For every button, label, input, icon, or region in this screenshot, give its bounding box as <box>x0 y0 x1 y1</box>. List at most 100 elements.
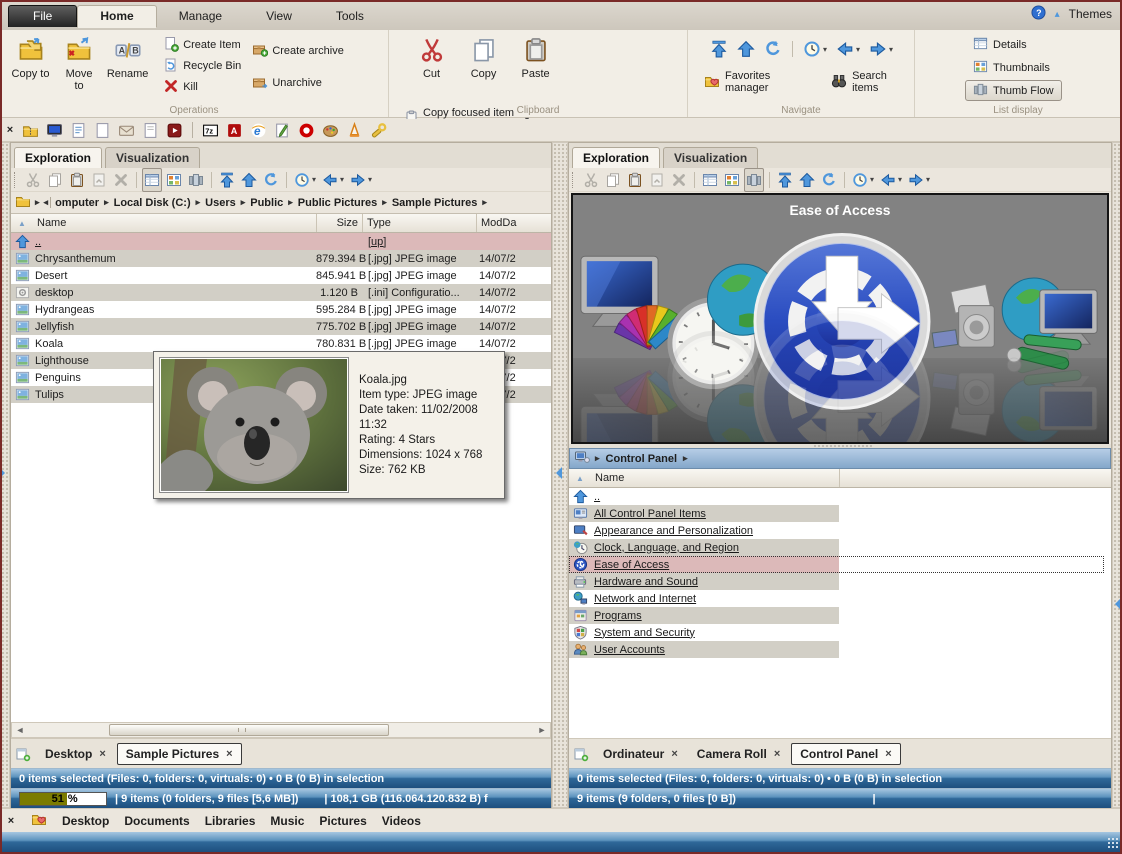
go-up-button[interactable] <box>239 168 259 192</box>
close-tab-icon[interactable]: × <box>885 748 891 760</box>
refresh-button[interactable] <box>819 168 839 192</box>
move-to-button[interactable]: Move to <box>58 33 100 105</box>
left-edge-splitter[interactable] <box>0 142 10 808</box>
cut-button[interactable] <box>23 168 43 192</box>
ribbon-collapse-icon[interactable]: ▴ <box>1055 9 1060 20</box>
create-item-button[interactable]: Create Item <box>163 36 241 54</box>
editor-app-icon[interactable] <box>274 122 291 139</box>
thumbnails-view-button[interactable]: Thumbnails <box>965 57 1058 78</box>
delete-button[interactable] <box>669 168 689 192</box>
control-panel-row-system-and-security[interactable]: System and Security <box>569 624 1111 641</box>
folder-tab-control-panel[interactable]: Control Panel× <box>791 743 900 765</box>
help-icon[interactable]: ? <box>1031 5 1046 23</box>
breadcrumb-item-public-pictures[interactable]: Public Pictures <box>297 197 378 209</box>
pane-tab-exploration[interactable]: Exploration <box>572 147 660 168</box>
back-button[interactable]: ▾ <box>320 168 346 192</box>
control-panel-row-user-accounts[interactable]: User Accounts <box>569 641 1111 658</box>
column-header-modified[interactable]: ModDa <box>476 214 551 232</box>
right-edge-splitter[interactable] <box>1112 142 1122 808</box>
close-tab-icon[interactable]: × <box>671 748 677 760</box>
file-row-koala[interactable]: Koala780.831 B[.jpg] JPEG image14/07/2 <box>11 335 551 352</box>
favorite-link-music[interactable]: Music <box>270 814 304 828</box>
thumb-flow-view[interactable]: Ease of Access <box>571 193 1109 444</box>
control-panel-row-programs[interactable]: Programs <box>569 607 1111 624</box>
forward-button[interactable]: ▾ <box>348 168 374 192</box>
file-row-desert[interactable]: Desert845.941 B[.jpg] JPEG image14/07/2 <box>11 267 551 284</box>
favorite-link-pictures[interactable]: Pictures <box>319 814 366 828</box>
close-toolbar-icon[interactable]: × <box>6 816 16 826</box>
file-row-chrysanthemum[interactable]: Chrysanthemum879.394 B[.jpg] JPEG image1… <box>11 250 551 267</box>
themes-menu[interactable]: Themes <box>1069 7 1112 21</box>
file-row-desktop[interactable]: desktop1.120 B[.ini] Configuratio...14/0… <box>11 284 551 301</box>
control-panel-row-item[interactable]: .. <box>569 488 1111 505</box>
dropdown-caret-icon[interactable]: ▾ <box>312 175 316 184</box>
paste-button[interactable]: Paste <box>511 33 560 105</box>
column-header-empty[interactable] <box>839 469 1111 487</box>
text-file-app-icon[interactable] <box>94 122 111 139</box>
rename-button[interactable]: AB Rename <box>103 33 152 105</box>
view-flow-button[interactable] <box>186 168 206 192</box>
view-thumbnails-button[interactable] <box>164 168 184 192</box>
acrobat-app-icon[interactable]: A <box>226 122 243 139</box>
unarchive-button[interactable]: Unarchive <box>252 74 344 92</box>
pane-splitter[interactable] <box>552 142 568 808</box>
favorite-link-videos[interactable]: Videos <box>382 814 421 828</box>
dropdown-caret-icon[interactable]: ▾ <box>926 175 930 184</box>
back-button[interactable]: ▾ <box>878 168 904 192</box>
favorite-link-libraries[interactable]: Libraries <box>205 814 256 828</box>
dropdown-caret-icon[interactable]: ▾ <box>340 175 344 184</box>
column-header-type[interactable]: Type <box>362 214 476 232</box>
breadcrumb-item-sample-pictures[interactable]: Sample Pictures <box>391 197 479 209</box>
scroll-left-icon[interactable]: ◄ <box>12 725 28 735</box>
copy-to-button[interactable]: Copy to <box>6 33 55 105</box>
ribbon-tab-tools[interactable]: Tools <box>314 6 386 27</box>
media-player-app-icon[interactable] <box>166 122 183 139</box>
archiver-app-icon[interactable] <box>22 122 39 139</box>
search-items-button[interactable]: Search items <box>831 70 912 94</box>
display-app-icon[interactable] <box>46 122 63 139</box>
paste-button[interactable] <box>625 168 645 192</box>
favorite-link-desktop[interactable]: Desktop <box>62 814 109 828</box>
new-tab-button[interactable] <box>15 746 31 762</box>
cut-button[interactable] <box>581 168 601 192</box>
pane-tab-exploration[interactable]: Exploration <box>14 147 102 168</box>
file-row-item[interactable]: ..[up] <box>11 233 551 250</box>
close-tab-icon[interactable]: × <box>226 748 232 760</box>
ribbon-tab-home[interactable]: Home <box>77 5 156 28</box>
copy-button[interactable]: Copy <box>459 33 508 105</box>
create-archive-button[interactable]: Create archive <box>252 42 344 60</box>
thumb-flow-view-button[interactable]: Thumb Flow <box>965 80 1062 101</box>
breadcrumb-item-control-panel[interactable]: Control Panel <box>605 453 679 465</box>
scroll-right-icon[interactable]: ► <box>534 725 550 735</box>
sevenzip-app-icon[interactable]: 7z <box>202 122 219 139</box>
breadcrumb-item-local-disk-c[interactable]: Local Disk (C:) <box>113 197 192 209</box>
close-toolbar-icon[interactable]: × <box>5 125 15 135</box>
close-tab-icon[interactable]: × <box>99 748 105 760</box>
back-button[interactable]: ▾ <box>834 37 862 61</box>
dropdown-caret-icon[interactable]: ▾ <box>889 45 893 54</box>
pane-tab-visualization[interactable]: Visualization <box>105 147 200 168</box>
control-panel-row-ease-of-access[interactable]: Ease of Access <box>569 556 1111 573</box>
folder-tab-desktop[interactable]: Desktop× <box>37 744 114 764</box>
forward-button[interactable]: ▾ <box>867 37 895 61</box>
control-panel-row-appearance-and-personalization[interactable]: Appearance and Personalization <box>569 522 1111 539</box>
file-special-button[interactable] <box>647 168 667 192</box>
folder-tab-camera-roll[interactable]: Camera Roll× <box>689 744 788 764</box>
copy-button[interactable] <box>45 168 65 192</box>
go-up-button[interactable] <box>797 168 817 192</box>
history-button[interactable]: ▾ <box>801 37 829 61</box>
horizontal-scrollbar[interactable]: ◄ ► <box>11 722 551 738</box>
resize-grip[interactable] <box>1107 837 1119 849</box>
vlc-app-icon[interactable] <box>346 122 363 139</box>
history-button[interactable]: ▾ <box>850 168 876 192</box>
tweaker-app-icon[interactable] <box>370 122 387 139</box>
refresh-button[interactable] <box>261 168 281 192</box>
favorite-link-documents[interactable]: Documents <box>124 814 189 828</box>
breadcrumb-item-users[interactable]: Users <box>204 197 237 209</box>
toolbar-grip[interactable] <box>14 172 19 188</box>
mail-app-icon[interactable] <box>118 122 135 139</box>
file-row-hydrangeas[interactable]: Hydrangeas595.284 B[.jpg] JPEG image14/0… <box>11 301 551 318</box>
go-top-button[interactable] <box>708 37 730 61</box>
go-up-button[interactable] <box>735 37 757 61</box>
view-thumbnails-button[interactable] <box>722 168 742 192</box>
